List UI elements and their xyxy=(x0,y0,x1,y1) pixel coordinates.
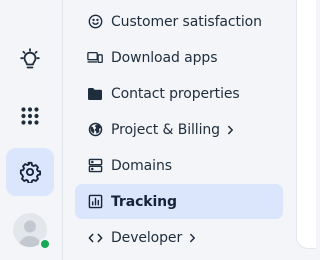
rail-button-settings[interactable] xyxy=(6,148,54,196)
nav-item-developer[interactable]: Developer xyxy=(75,220,283,255)
nav-item-tracking[interactable]: Tracking xyxy=(75,184,283,219)
app-window: Customer satisfaction Download apps Cont… xyxy=(0,0,316,260)
server-icon xyxy=(87,158,103,174)
nav-item-label: Customer satisfaction xyxy=(111,13,262,30)
nav-item-domains[interactable]: Domains xyxy=(75,148,283,183)
nav-item-customer-satisfaction[interactable]: Customer satisfaction xyxy=(75,4,283,39)
globe-icon xyxy=(87,122,103,138)
content-panel xyxy=(296,0,316,249)
nav-item-project-billing[interactable]: Project & Billing xyxy=(75,112,283,147)
apps-grid-icon xyxy=(20,106,40,126)
settings-nav: Customer satisfaction Download apps Cont… xyxy=(75,4,283,256)
chevron-right-icon xyxy=(189,233,196,243)
devices-icon xyxy=(87,50,103,66)
icon-rail xyxy=(0,0,63,260)
online-status-dot xyxy=(39,238,51,250)
code-icon xyxy=(87,230,103,246)
nav-item-label: Domains xyxy=(111,157,172,174)
lightbulb-icon xyxy=(18,48,42,72)
nav-item-label: Project & Billing xyxy=(111,121,220,138)
chevron-right-icon xyxy=(227,125,234,135)
folder-icon xyxy=(87,86,103,102)
nav-item-label: Developer xyxy=(111,229,183,246)
analytics-icon xyxy=(87,194,103,210)
nav-item-label: Contact properties xyxy=(111,85,240,102)
rail-button-apps[interactable] xyxy=(6,92,54,140)
gear-icon xyxy=(19,161,41,183)
nav-item-download-apps[interactable]: Download apps xyxy=(75,40,283,75)
nav-item-label: Download apps xyxy=(111,49,218,66)
smiley-icon xyxy=(87,14,103,30)
nav-item-contact-properties[interactable]: Contact properties xyxy=(75,76,283,111)
rail-button-ideas[interactable] xyxy=(6,36,54,84)
nav-item-label: Tracking xyxy=(111,193,177,210)
